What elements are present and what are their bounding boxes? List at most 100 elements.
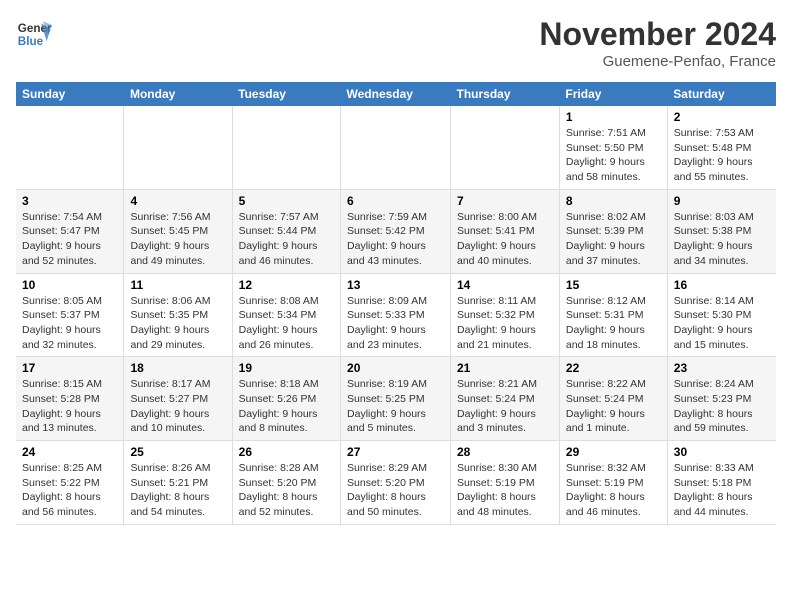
day-info: Sunrise: 8:22 AM Sunset: 5:24 PM Dayligh… bbox=[566, 377, 661, 436]
day-info: Sunrise: 8:21 AM Sunset: 5:24 PM Dayligh… bbox=[457, 377, 553, 436]
day-info: Sunrise: 8:03 AM Sunset: 5:38 PM Dayligh… bbox=[674, 210, 770, 269]
day-number: 11 bbox=[130, 278, 225, 292]
day-info: Sunrise: 7:59 AM Sunset: 5:42 PM Dayligh… bbox=[347, 210, 444, 269]
day-number: 3 bbox=[22, 194, 117, 208]
calendar-week-4: 24 Sunrise: 8:25 AM Sunset: 5:22 PM Dayli… bbox=[16, 441, 776, 525]
calendar-cell: 25Sunrise: 8:26 AM Sunset: 5:21 PM Dayli… bbox=[124, 441, 232, 525]
day-info: Sunrise: 8:12 AM Sunset: 5:31 PM Dayligh… bbox=[566, 294, 661, 353]
day-number: 18 bbox=[130, 361, 225, 375]
calendar-cell: 10Sunrise: 8:05 AM Sunset: 5:37 PM Dayli… bbox=[16, 273, 124, 357]
day-number: 5 bbox=[239, 194, 334, 208]
calendar-cell: 12Sunrise: 8:08 AM Sunset: 5:34 PM Dayli… bbox=[232, 273, 340, 357]
day-info: Sunrise: 8:28 AM Sunset: 5:20 PM Dayligh… bbox=[239, 461, 334, 520]
day-number: 10 bbox=[22, 278, 117, 292]
day-info: Sunrise: 8:29 AM Sunset: 5:20 PM Dayligh… bbox=[347, 461, 444, 520]
day-number: 25 bbox=[130, 445, 225, 459]
calendar-week-2: 10Sunrise: 8:05 AM Sunset: 5:37 PM Dayli… bbox=[16, 273, 776, 357]
day-number: 27 bbox=[347, 445, 444, 459]
calendar-cell: 8 Sunrise: 8:02 AM Sunset: 5:39 PM Daylig… bbox=[559, 189, 667, 273]
day-number: 24 bbox=[22, 445, 117, 459]
title-area: November 2024 Guemene-Penfao, France bbox=[539, 16, 776, 70]
calendar-table: SundayMondayTuesdayWednesdayThursdayFrid… bbox=[16, 82, 776, 525]
day-number: 7 bbox=[457, 194, 553, 208]
weekday-row: SundayMondayTuesdayWednesdayThursdayFrid… bbox=[16, 82, 776, 106]
weekday-header-sunday: Sunday bbox=[16, 82, 124, 106]
day-number: 30 bbox=[674, 445, 770, 459]
day-number: 4 bbox=[130, 194, 225, 208]
day-info: Sunrise: 7:56 AM Sunset: 5:45 PM Dayligh… bbox=[130, 210, 225, 269]
calendar-cell: 13 Sunrise: 8:09 AM Sunset: 5:33 PM Dayli… bbox=[341, 273, 451, 357]
calendar-body: 1 Sunrise: 7:51 AM Sunset: 5:50 PM Daylig… bbox=[16, 106, 776, 524]
calendar-week-0: 1 Sunrise: 7:51 AM Sunset: 5:50 PM Daylig… bbox=[16, 106, 776, 189]
day-number: 1 bbox=[566, 110, 661, 124]
day-info: Sunrise: 7:54 AM Sunset: 5:47 PM Dayligh… bbox=[22, 210, 117, 269]
day-number: 29 bbox=[566, 445, 661, 459]
calendar-cell: 20Sunrise: 8:19 AM Sunset: 5:25 PM Dayli… bbox=[341, 357, 451, 441]
calendar-cell: 28 Sunrise: 8:30 AM Sunset: 5:19 PM Dayli… bbox=[451, 441, 560, 525]
calendar-cell: 17 Sunrise: 8:15 AM Sunset: 5:28 PM Dayli… bbox=[16, 357, 124, 441]
day-info: Sunrise: 8:30 AM Sunset: 5:19 PM Dayligh… bbox=[457, 461, 553, 520]
calendar-cell: 1 Sunrise: 7:51 AM Sunset: 5:50 PM Daylig… bbox=[559, 106, 667, 189]
calendar-cell: 22 Sunrise: 8:22 AM Sunset: 5:24 PM Dayli… bbox=[559, 357, 667, 441]
calendar-cell: 30 Sunrise: 8:33 AM Sunset: 5:18 PM Dayli… bbox=[667, 441, 776, 525]
calendar-week-1: 3 Sunrise: 7:54 AM Sunset: 5:47 PM Daylig… bbox=[16, 189, 776, 273]
calendar-cell: 29 Sunrise: 8:32 AM Sunset: 5:19 PM Dayli… bbox=[559, 441, 667, 525]
weekday-header-monday: Monday bbox=[124, 82, 232, 106]
day-info: Sunrise: 8:06 AM Sunset: 5:35 PM Dayligh… bbox=[130, 294, 225, 353]
day-info: Sunrise: 8:24 AM Sunset: 5:23 PM Dayligh… bbox=[674, 377, 770, 436]
calendar-cell: 4 Sunrise: 7:56 AM Sunset: 5:45 PM Daylig… bbox=[124, 189, 232, 273]
day-info: Sunrise: 8:33 AM Sunset: 5:18 PM Dayligh… bbox=[674, 461, 770, 520]
day-info: Sunrise: 8:19 AM Sunset: 5:25 PM Dayligh… bbox=[347, 377, 444, 436]
calendar-cell: 3 Sunrise: 7:54 AM Sunset: 5:47 PM Daylig… bbox=[16, 189, 124, 273]
location-subtitle: Guemene-Penfao, France bbox=[539, 53, 776, 70]
calendar-cell: 11 Sunrise: 8:06 AM Sunset: 5:35 PM Dayli… bbox=[124, 273, 232, 357]
month-title: November 2024 bbox=[539, 16, 776, 53]
day-number: 22 bbox=[566, 361, 661, 375]
day-info: Sunrise: 8:32 AM Sunset: 5:19 PM Dayligh… bbox=[566, 461, 661, 520]
weekday-header-thursday: Thursday bbox=[451, 82, 560, 106]
calendar-cell: 15 Sunrise: 8:12 AM Sunset: 5:31 PM Dayli… bbox=[559, 273, 667, 357]
day-number: 8 bbox=[566, 194, 661, 208]
day-number: 26 bbox=[239, 445, 334, 459]
svg-text:Blue: Blue bbox=[18, 35, 44, 48]
day-info: Sunrise: 8:18 AM Sunset: 5:26 PM Dayligh… bbox=[239, 377, 334, 436]
calendar-cell: 21Sunrise: 8:21 AM Sunset: 5:24 PM Dayli… bbox=[451, 357, 560, 441]
logo: General Blue bbox=[16, 16, 52, 52]
calendar-cell: 24 Sunrise: 8:25 AM Sunset: 5:22 PM Dayli… bbox=[16, 441, 124, 525]
calendar-cell bbox=[124, 106, 232, 189]
calendar-cell: 16 Sunrise: 8:14 AM Sunset: 5:30 PM Dayli… bbox=[667, 273, 776, 357]
calendar-cell: 19Sunrise: 8:18 AM Sunset: 5:26 PM Dayli… bbox=[232, 357, 340, 441]
day-number: 14 bbox=[457, 278, 553, 292]
calendar-cell: 14Sunrise: 8:11 AM Sunset: 5:32 PM Dayli… bbox=[451, 273, 560, 357]
weekday-header-friday: Friday bbox=[559, 82, 667, 106]
calendar-cell bbox=[16, 106, 124, 189]
day-info: Sunrise: 8:17 AM Sunset: 5:27 PM Dayligh… bbox=[130, 377, 225, 436]
day-info: Sunrise: 7:57 AM Sunset: 5:44 PM Dayligh… bbox=[239, 210, 334, 269]
calendar-cell bbox=[341, 106, 451, 189]
calendar-cell: 23 Sunrise: 8:24 AM Sunset: 5:23 PM Dayli… bbox=[667, 357, 776, 441]
calendar-cell bbox=[451, 106, 560, 189]
day-number: 17 bbox=[22, 361, 117, 375]
day-info: Sunrise: 8:00 AM Sunset: 5:41 PM Dayligh… bbox=[457, 210, 553, 269]
day-number: 28 bbox=[457, 445, 553, 459]
day-info: Sunrise: 7:53 AM Sunset: 5:48 PM Dayligh… bbox=[674, 126, 770, 185]
day-info: Sunrise: 8:25 AM Sunset: 5:22 PM Dayligh… bbox=[22, 461, 117, 520]
weekday-header-wednesday: Wednesday bbox=[341, 82, 451, 106]
day-number: 13 bbox=[347, 278, 444, 292]
header: General Blue November 2024 Guemene-Penfa… bbox=[16, 16, 776, 70]
day-info: Sunrise: 8:14 AM Sunset: 5:30 PM Dayligh… bbox=[674, 294, 770, 353]
day-info: Sunrise: 8:09 AM Sunset: 5:33 PM Dayligh… bbox=[347, 294, 444, 353]
day-info: Sunrise: 8:15 AM Sunset: 5:28 PM Dayligh… bbox=[22, 377, 117, 436]
day-number: 16 bbox=[674, 278, 770, 292]
weekday-header-tuesday: Tuesday bbox=[232, 82, 340, 106]
day-number: 23 bbox=[674, 361, 770, 375]
calendar-cell bbox=[232, 106, 340, 189]
calendar-cell: 5 Sunrise: 7:57 AM Sunset: 5:44 PM Daylig… bbox=[232, 189, 340, 273]
day-number: 6 bbox=[347, 194, 444, 208]
day-info: Sunrise: 8:02 AM Sunset: 5:39 PM Dayligh… bbox=[566, 210, 661, 269]
day-number: 15 bbox=[566, 278, 661, 292]
calendar-week-3: 17 Sunrise: 8:15 AM Sunset: 5:28 PM Dayli… bbox=[16, 357, 776, 441]
calendar-cell: 18 Sunrise: 8:17 AM Sunset: 5:27 PM Dayli… bbox=[124, 357, 232, 441]
day-info: Sunrise: 7:51 AM Sunset: 5:50 PM Dayligh… bbox=[566, 126, 661, 185]
day-info: Sunrise: 8:08 AM Sunset: 5:34 PM Dayligh… bbox=[239, 294, 334, 353]
